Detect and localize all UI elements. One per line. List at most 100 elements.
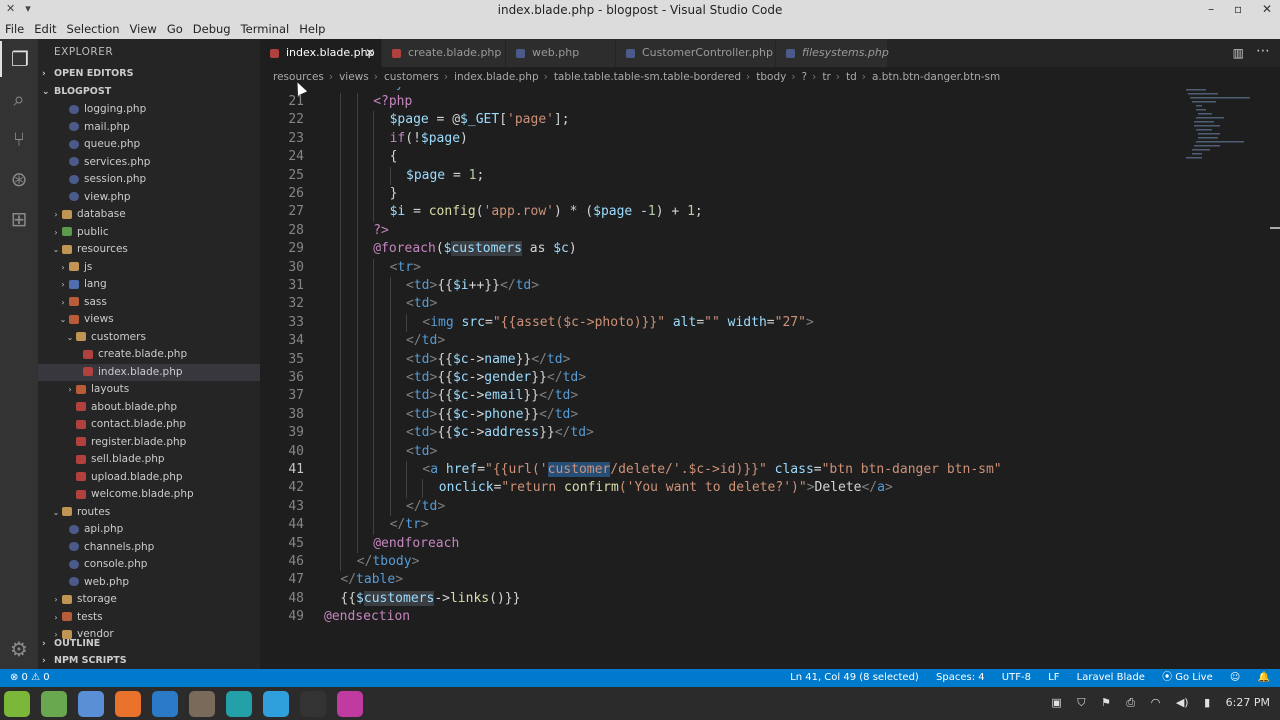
breadcrumb-item[interactable]: tr xyxy=(822,71,830,83)
notifications-icon[interactable]: 🔔 xyxy=(1258,672,1270,683)
tab-filesystems-php[interactable]: filesystems.php xyxy=(776,39,889,67)
breadcrumb-item[interactable]: a.btn.btn-danger.btn-sm xyxy=(872,71,1000,83)
recorder-icon[interactable] xyxy=(337,691,363,717)
menu-item-terminal[interactable]: Terminal xyxy=(236,20,295,36)
tree-item-create-blade-php[interactable]: create.blade.php xyxy=(38,346,260,364)
flag-us-icon[interactable]: ⚑ xyxy=(1101,696,1111,709)
tree-item-session-php[interactable]: session.php xyxy=(38,171,260,189)
language-mode[interactable]: Laravel Blade xyxy=(1077,672,1145,683)
source-control-icon[interactable]: ⑂ xyxy=(0,121,38,157)
menu-item-file[interactable]: File xyxy=(0,20,29,36)
menu-item-debug[interactable]: Debug xyxy=(188,20,236,36)
explorer-icon[interactable]: ❐ xyxy=(0,41,38,77)
terminal-icon[interactable] xyxy=(300,691,326,717)
tab-web-php[interactable]: web.php xyxy=(506,39,616,67)
tree-item-database[interactable]: › database xyxy=(38,206,260,224)
tree-item-customers[interactable]: ⌄ customers xyxy=(38,329,260,347)
search-icon[interactable]: ⌕ xyxy=(0,81,38,117)
gimp-icon[interactable] xyxy=(189,691,215,717)
tree-item-storage[interactable]: › storage xyxy=(38,591,260,609)
minimize-icon[interactable]: – xyxy=(1208,2,1214,16)
menu-item-help[interactable]: Help xyxy=(294,20,330,36)
debug-icon[interactable]: ⊛ xyxy=(0,161,38,197)
more-actions-icon[interactable]: ⋯ xyxy=(1256,43,1270,59)
split-editor-icon[interactable]: ▥ xyxy=(1233,46,1244,60)
menu-item-selection[interactable]: Selection xyxy=(62,20,125,36)
menu-item-edit[interactable]: Edit xyxy=(29,20,61,36)
tree-item-welcome-blade-php[interactable]: welcome.blade.php xyxy=(38,486,260,504)
tree-item-public[interactable]: › public xyxy=(38,224,260,242)
breadcrumb-item[interactable]: customers xyxy=(384,71,439,83)
open-editors-section[interactable]: › OPEN EDITORS xyxy=(38,65,260,83)
indentation[interactable]: Spaces: 4 xyxy=(936,672,985,683)
firefox-icon[interactable] xyxy=(115,691,141,717)
line-number: 28 xyxy=(288,222,304,238)
breadcrumb-item[interactable]: td xyxy=(846,71,857,83)
editor-scrollbar[interactable] xyxy=(1270,87,1280,669)
tree-item-lang[interactable]: › lang xyxy=(38,276,260,294)
breadcrumb-item[interactable]: ? xyxy=(802,71,808,83)
clock[interactable]: 6:27 PM xyxy=(1226,696,1270,709)
tree-item-sell-blade-php[interactable]: sell.blade.php xyxy=(38,451,260,469)
files-icon[interactable] xyxy=(41,691,67,717)
go-live-button[interactable]: ⦿ Go Live xyxy=(1162,672,1213,683)
tree-item-sass[interactable]: › sass xyxy=(38,294,260,312)
feedback-icon[interactable]: ☺ xyxy=(1230,672,1240,683)
tree-item-services-php[interactable]: services.php xyxy=(38,154,260,172)
tree-item-about-blade-php[interactable]: about.blade.php xyxy=(38,399,260,417)
tree-item-mail-php[interactable]: mail.php xyxy=(38,119,260,137)
breadcrumb-item[interactable]: views xyxy=(339,71,369,83)
outline-section[interactable]: › OUTLINE xyxy=(38,635,260,653)
tree-item-layouts[interactable]: › layouts xyxy=(38,381,260,399)
tree-item-register-blade-php[interactable]: register.blade.php xyxy=(38,434,260,452)
mint-menu-icon[interactable] xyxy=(4,691,30,717)
chromium-icon[interactable] xyxy=(78,691,104,717)
tab-create-blade-php[interactable]: create.blade.php xyxy=(382,39,506,67)
tree-item-tests[interactable]: › tests xyxy=(38,609,260,627)
tree-item-queue-php[interactable]: queue.php xyxy=(38,136,260,154)
tree-item-upload-blade-php[interactable]: upload.blade.php xyxy=(38,469,260,487)
tree-item-logging-php[interactable]: logging.php xyxy=(38,101,260,119)
battery-icon[interactable]: ▮ xyxy=(1204,696,1210,709)
shield-icon[interactable]: ⛉ xyxy=(1077,696,1085,709)
problems-indicator[interactable]: ⊗ 0 ⚠ 0 xyxy=(10,669,50,687)
indent-guide xyxy=(340,129,342,149)
breadcrumb-item[interactable]: index.blade.php xyxy=(454,71,539,83)
cursor-position[interactable]: Ln 41, Col 49 (8 selected) xyxy=(790,672,919,683)
npm-scripts-section[interactable]: › NPM SCRIPTS xyxy=(38,652,260,670)
vscode-icon[interactable] xyxy=(152,691,178,717)
close-icon[interactable]: ✕ xyxy=(1262,2,1272,16)
breadcrumb-item[interactable]: tbody xyxy=(756,71,786,83)
tree-item-resources[interactable]: ⌄ resources xyxy=(38,241,260,259)
code-editor[interactable]: <tbody>21<?php22$page = @$_GET['page'];2… xyxy=(260,87,1270,669)
tree-item-index-blade-php[interactable]: index.blade.php xyxy=(38,363,260,381)
tree-item-web-php[interactable]: web.php xyxy=(38,574,260,592)
breadcrumb-item[interactable]: table.table.table-sm.table-bordered xyxy=(554,71,741,83)
line-ending[interactable]: LF xyxy=(1048,672,1059,683)
encoding[interactable]: UTF-8 xyxy=(1002,672,1031,683)
tree-item-api-php[interactable]: api.php xyxy=(38,521,260,539)
tree-item-console-php[interactable]: console.php xyxy=(38,556,260,574)
telegram-icon[interactable] xyxy=(263,691,289,717)
printer-icon[interactable]: ⎙ xyxy=(1126,696,1135,709)
tab-CustomerController-php[interactable]: CustomerController.php xyxy=(616,39,776,67)
menu-item-go[interactable]: Go xyxy=(162,20,188,36)
close-tab-icon[interactable]: ✕ xyxy=(365,39,375,67)
volume-icon[interactable]: ◀) xyxy=(1176,696,1189,709)
extensions-icon[interactable]: ⊞ xyxy=(0,201,38,237)
wifi-icon[interactable]: ◠ xyxy=(1151,696,1161,709)
tree-item-contact-blade-php[interactable]: contact.blade.php xyxy=(38,416,260,434)
pycharm-icon[interactable] xyxy=(226,691,252,717)
tree-item-js[interactable]: › js xyxy=(38,259,260,277)
project-section[interactable]: ⌄ BLOGPOST xyxy=(38,83,260,101)
camera-icon[interactable]: ▣ xyxy=(1051,696,1061,709)
settings-gear-icon[interactable]: ⚙ xyxy=(0,631,38,667)
maximize-icon[interactable]: ▫ xyxy=(1234,2,1242,16)
tree-item-views[interactable]: ⌄ views xyxy=(38,311,260,329)
tree-item-view-php[interactable]: view.php xyxy=(38,189,260,207)
menu-item-view[interactable]: View xyxy=(125,20,162,36)
tree-item-channels-php[interactable]: channels.php xyxy=(38,539,260,557)
minimap[interactable] xyxy=(1180,87,1270,187)
tree-item-routes[interactable]: ⌄ routes xyxy=(38,504,260,522)
tab-index-blade-php[interactable]: index.blade.php ✕ xyxy=(260,39,382,67)
